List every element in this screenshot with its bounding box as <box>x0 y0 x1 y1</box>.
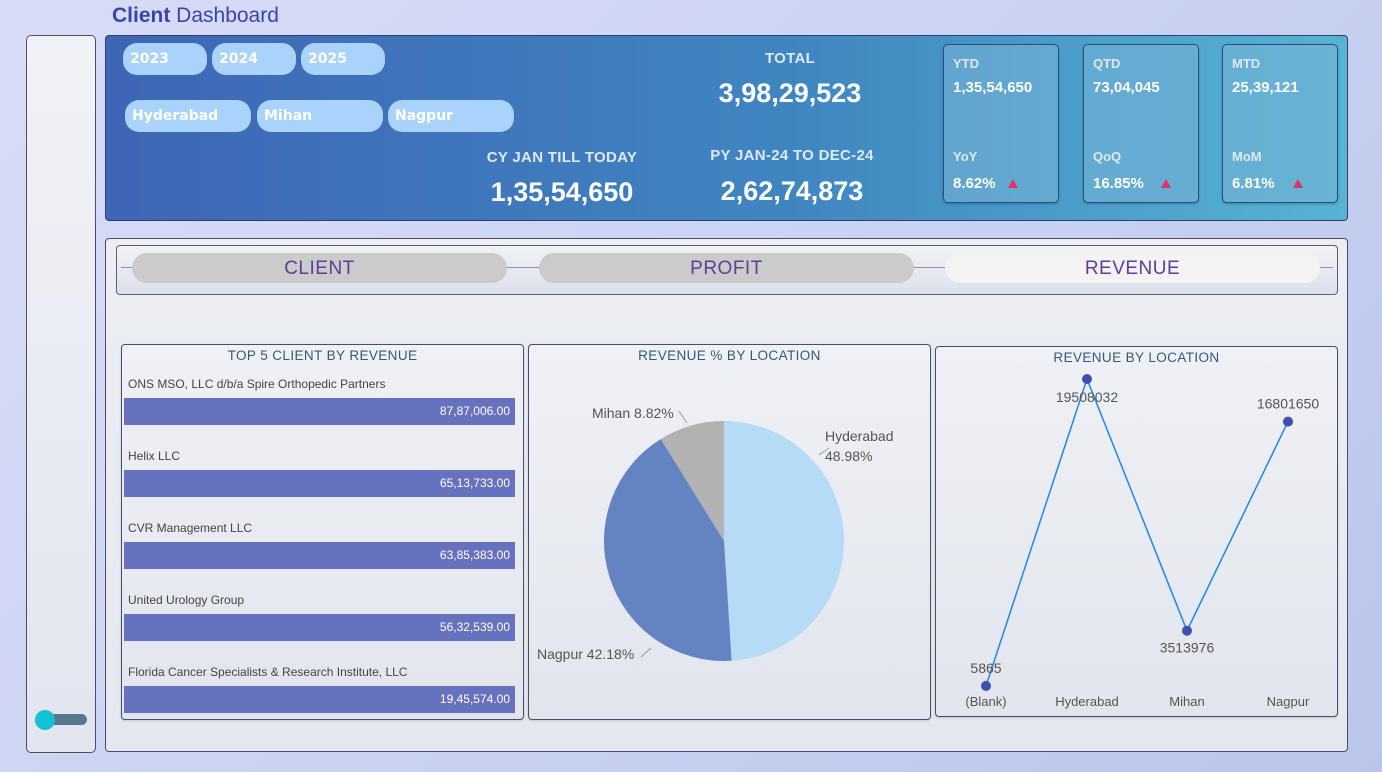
revenue-location-card: REVENUE BY LOCATION 5865 (Blank) 19508032 H… <box>935 346 1338 717</box>
kpi-change-value: 6.81% <box>1232 175 1275 192</box>
pie-label-value: 48.98% <box>825 448 872 464</box>
client-bar[interactable]: 87,87,006.00 <box>124 398 515 425</box>
year-filter-2025[interactable]: 2025 <box>301 43 385 75</box>
kpi-change-label: QoQ <box>1093 149 1122 164</box>
toggle-knob[interactable] <box>35 710 55 730</box>
line-point[interactable] <box>1082 374 1092 384</box>
page-navigator: CLIENT PROFIT REVENUE <box>116 245 1338 295</box>
sidebar <box>26 35 96 753</box>
client-bar[interactable]: 65,13,733.00 <box>124 470 515 497</box>
kpi-change-label: YoY <box>953 149 978 164</box>
x-axis-tick-label: Hyderabad <box>1055 694 1119 709</box>
client-name: ONS MSO, LLC d/b/a Spire Orthopedic Part… <box>128 377 386 391</box>
x-axis-tick-label: Nagpur <box>1267 694 1310 709</box>
trend-up-icon <box>1293 179 1303 188</box>
client-bar-value: 65,13,733.00 <box>439 476 510 490</box>
page-title: Client Dashboard <box>112 4 279 28</box>
pie-leader-line <box>640 647 652 658</box>
line-data-label: 3513976 <box>1160 640 1215 656</box>
pie-label-name: Hyderabad <box>825 428 894 444</box>
client-bar-value: 63,85,383.00 <box>439 548 510 562</box>
top-clients-title: TOP 5 CLIENT BY REVENUE <box>227 348 418 363</box>
kpi-card-ytd: YTD 1,35,54,650 YoY 8.62% <box>943 44 1059 203</box>
line-point[interactable] <box>981 680 991 691</box>
client-name: Helix LLC <box>128 449 181 463</box>
line-point[interactable] <box>1182 625 1192 636</box>
kpi-card-qtd: QTD 73,04,045 QoQ 16.85% <box>1083 44 1199 203</box>
x-axis-tick-label: (Blank) <box>965 694 1006 709</box>
pie-leader-line <box>678 410 688 424</box>
location-filter-hyderabad[interactable]: Hyderabad <box>125 100 251 132</box>
line-data-label: 5865 <box>970 660 1001 676</box>
client-name: Florida Cancer Specialists & Research In… <box>128 665 408 679</box>
pie-label: Mihan 8.82% <box>592 405 674 421</box>
line-data-label: 16801650 <box>1257 396 1320 412</box>
revenue-location-line: 5865 (Blank) 19508032 Hyderabad 3513976 Mihan… <box>965 374 1320 709</box>
kpi-value: 25,39,121 <box>1232 79 1299 96</box>
cy-label: CY JAN TILL TODAY <box>486 149 638 166</box>
client-bar[interactable]: 19,45,574.00 <box>124 686 515 713</box>
revenue-pct-card: REVENUE % BY LOCATION Hyderabad 48.98% Nag… <box>528 344 931 720</box>
client-bar[interactable]: 63,85,383.00 <box>124 542 515 569</box>
py-label: PY JAN-24 TO DEC-24 <box>710 147 874 164</box>
cy-value: 1,35,54,650 <box>490 177 634 207</box>
revenue-line <box>985 376 1289 687</box>
total-value: 3,98,29,523 <box>718 78 862 108</box>
client-bar-value: 87,87,006.00 <box>439 404 510 418</box>
kpi-label: QTD <box>1093 56 1121 71</box>
tab-client[interactable]: CLIENT <box>132 253 507 283</box>
kpi-label: YTD <box>953 56 979 71</box>
trend-up-icon <box>1161 179 1171 188</box>
location-filter-nagpur[interactable]: Nagpur <box>388 100 514 132</box>
kpi-card-mtd: MTD 25,39,121 MoM 6.81% <box>1222 44 1338 203</box>
kpi-label: MTD <box>1232 56 1261 71</box>
kpi-change-value: 8.62% <box>953 175 996 192</box>
location-filter-mihan[interactable]: Mihan <box>257 100 383 132</box>
year-filter-2024[interactable]: 2024 <box>212 43 296 75</box>
client-bar-value: 19,45,574.00 <box>439 692 510 706</box>
client-bar[interactable]: 56,32,539.00 <box>124 614 515 641</box>
summary-header: 2023 2024 2025 Hyderabad Mihan Nagpur TO… <box>105 35 1348 221</box>
client-name: CVR Management LLC <box>128 521 253 535</box>
top-clients-card: TOP 5 CLIENT BY REVENUE ONS MSO, LLC d/b… <box>121 344 524 720</box>
kpi-value: 1,35,54,650 <box>953 79 1033 96</box>
py-value: 2,62,74,873 <box>720 176 864 206</box>
trend-up-icon <box>1008 179 1018 188</box>
main-panel: CLIENT PROFIT REVENUE TOP 5 CLIENT BY RE… <box>105 238 1348 752</box>
revenue-pct-pie: Hyderabad 48.98% Nagpur 42.18% Mihan 8.82% <box>537 405 894 662</box>
kpi-value: 73,04,045 <box>1093 79 1160 96</box>
year-filter-2023[interactable]: 2023 <box>123 43 207 75</box>
tab-revenue[interactable]: REVENUE <box>945 253 1320 283</box>
pie-label: Nagpur 42.18% <box>537 646 634 662</box>
total-label: TOTAL <box>764 50 816 67</box>
line-data-label: 19508032 <box>1056 389 1119 405</box>
page-title-rest: Dashboard <box>170 4 279 27</box>
theme-toggle[interactable] <box>35 710 87 730</box>
client-bar-value: 56,32,539.00 <box>439 620 510 634</box>
kpi-change-label: MoM <box>1232 149 1262 164</box>
page-title-bold: Client <box>112 4 171 27</box>
line-point[interactable] <box>1283 416 1293 427</box>
tab-profit[interactable]: PROFIT <box>539 253 914 283</box>
x-axis-tick-label: Mihan <box>1169 694 1204 709</box>
client-name: United Urology Group <box>128 593 245 607</box>
kpi-change-value: 16.85% <box>1093 175 1144 192</box>
